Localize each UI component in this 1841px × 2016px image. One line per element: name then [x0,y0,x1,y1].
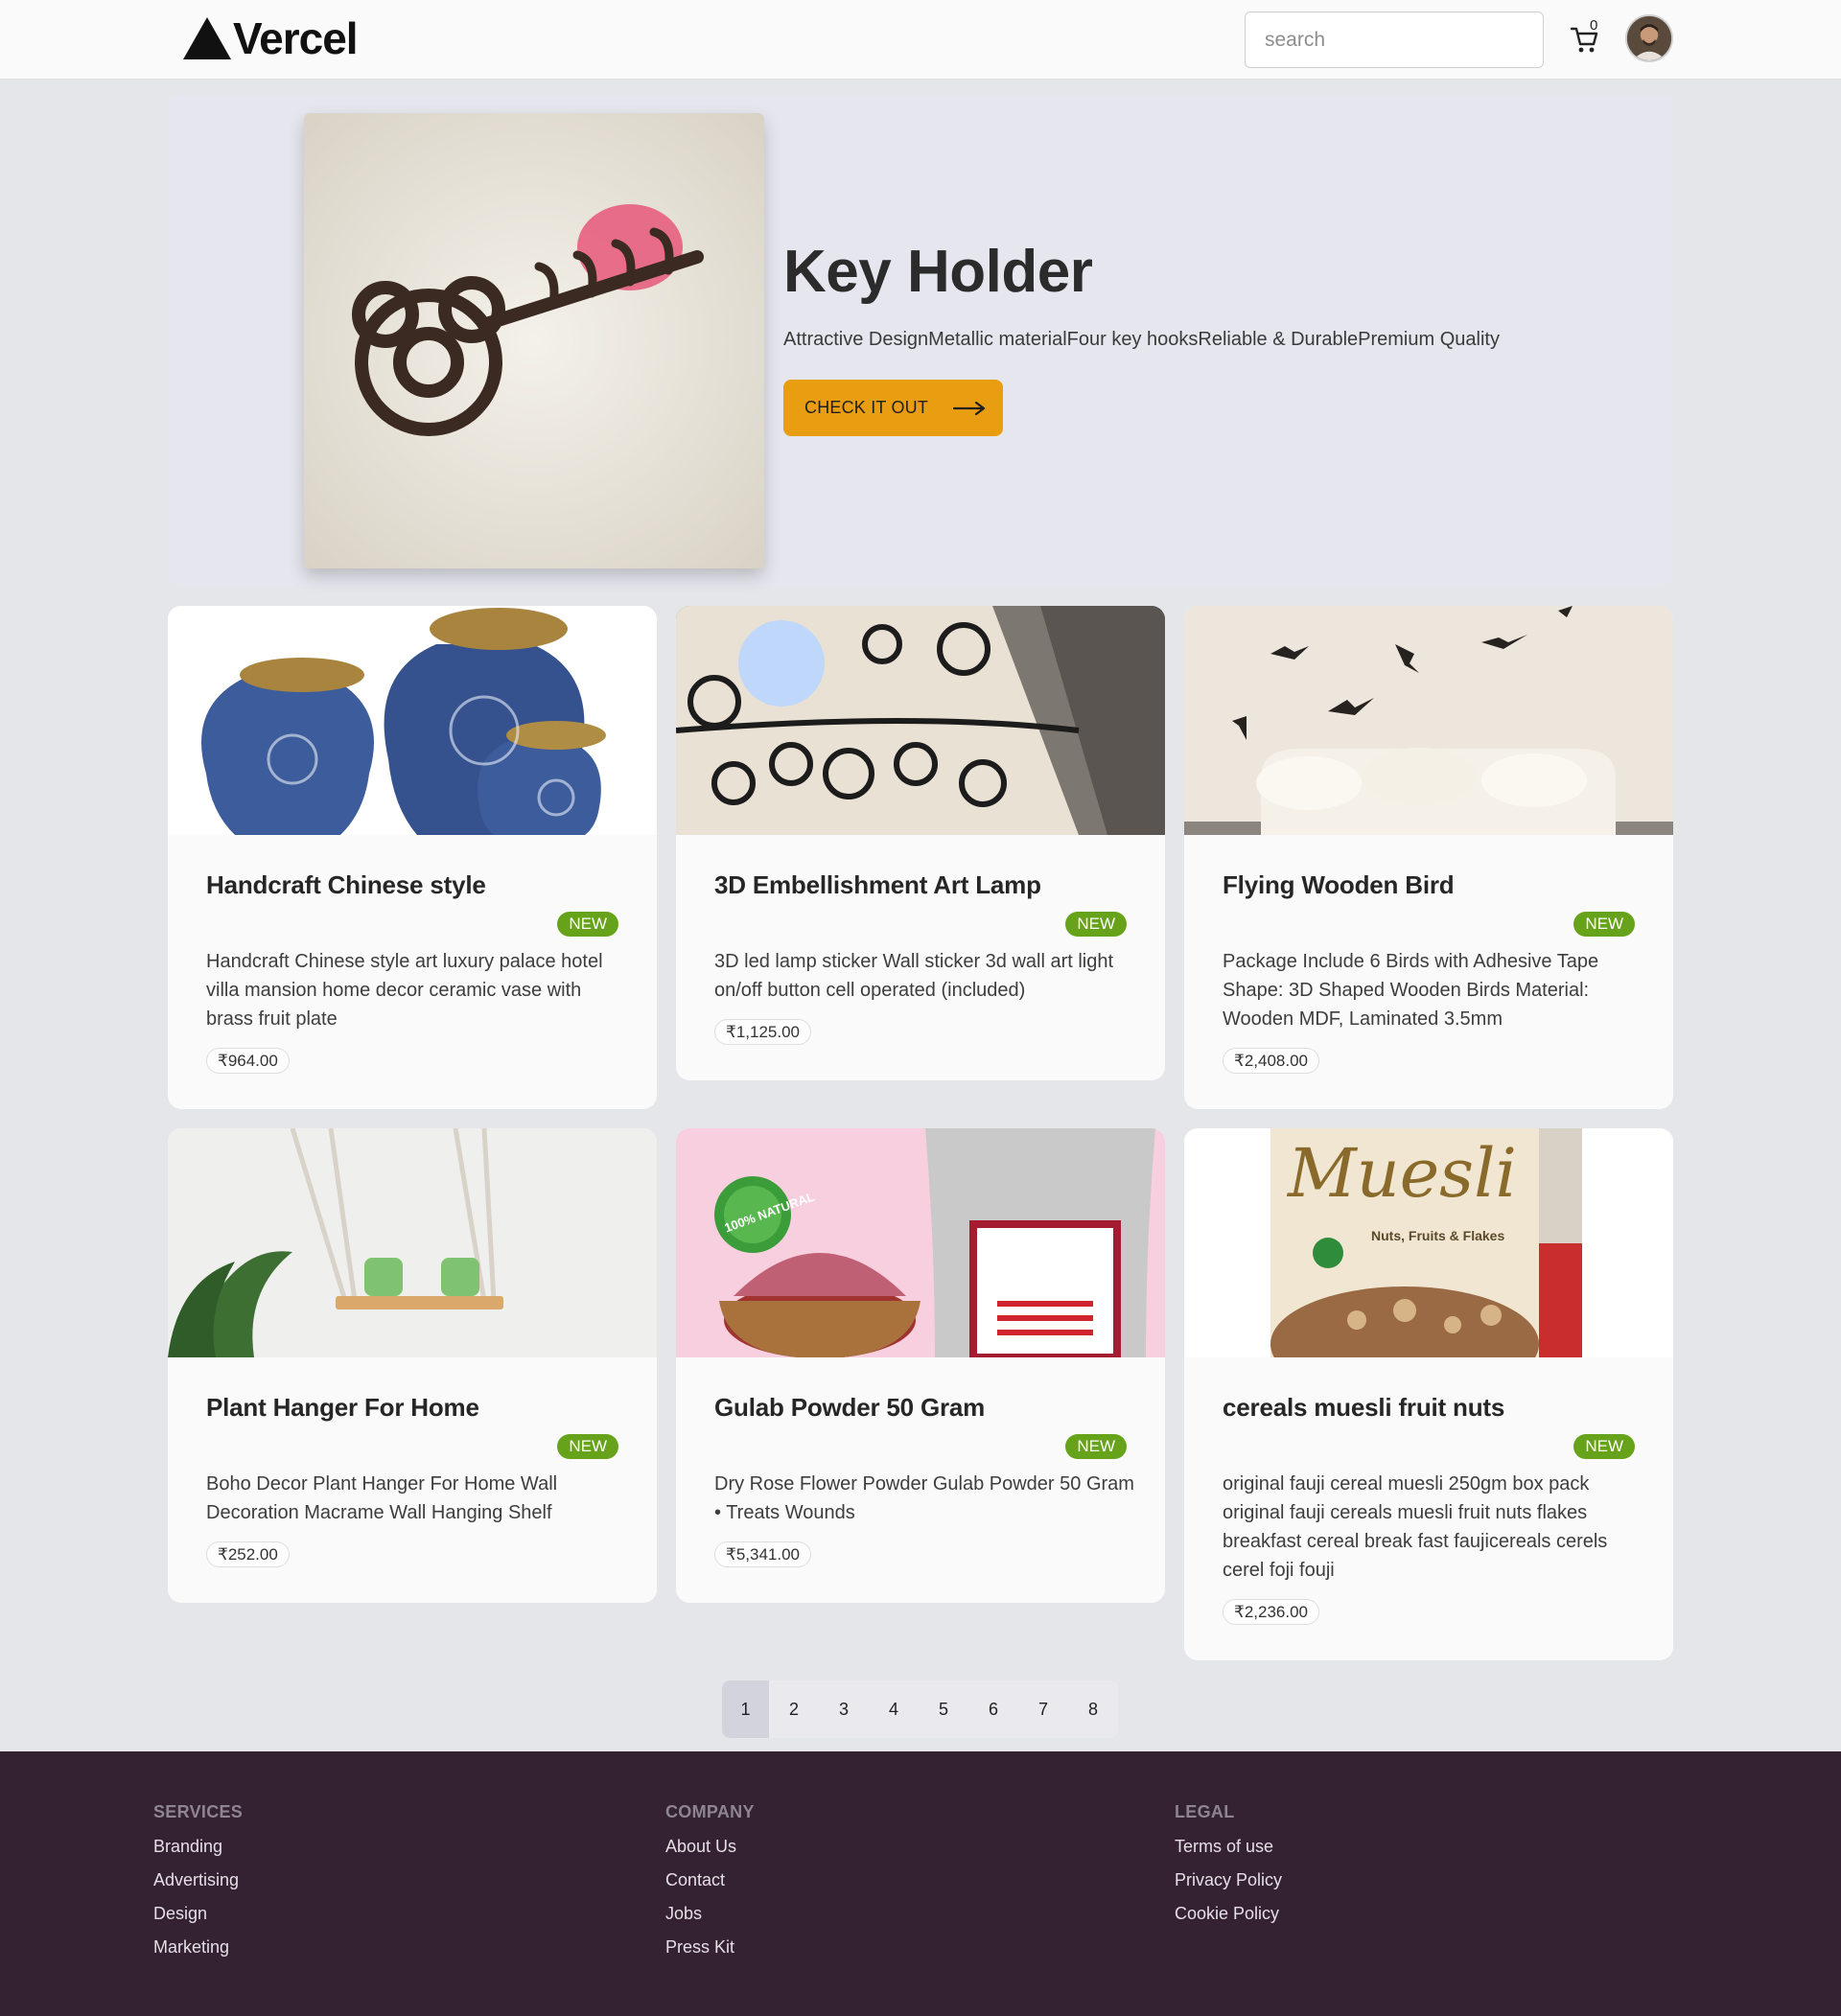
product-image-muesli[interactable]: Muesli Nuts, Fruits & Flakes [1184,1128,1673,1357]
footer-link-about-us[interactable]: About Us [665,1838,755,1856]
product-title[interactable]: Plant Hanger For Home [206,1393,479,1423]
new-badge: NEW [557,912,618,937]
footer-link-contact[interactable]: Contact [665,1871,755,1889]
product-card[interactable]: Flying Wooden Bird NEW Package Include 6… [1184,606,1673,1109]
top-navbar: Vercel 0 [0,0,1841,80]
footer-heading: LEGAL [1175,1802,1235,1821]
art-lamp-image [676,606,1165,835]
hero-title: Key Holder [783,239,1093,305]
hero-description: Attractive DesignMetallic materialFour k… [783,329,1500,350]
product-description: Dry Rose Flower Powder Gulab Powder 50 G… [714,1473,1134,1523]
page-button-2[interactable]: 2 [769,1680,819,1738]
product-image-gulab-powder[interactable]: 100% NATURAL [676,1128,1165,1357]
footer-heading: SERVICES [153,1802,244,1821]
product-description: original fauji cereal muesli 250gm box p… [1223,1473,1608,1581]
footer-link-branding[interactable]: Branding [153,1838,243,1856]
pagination: 1 2 3 4 5 6 7 8 [722,1680,1118,1738]
new-badge: NEW [557,1434,618,1459]
footer-link-advertising[interactable]: Advertising [153,1871,243,1889]
footer-heading: COMPANY [665,1802,755,1821]
brand-name: Vercel [233,13,359,63]
product-title[interactable]: Gulab Powder 50 Gram [714,1393,985,1423]
product-card[interactable]: 3D Embellishment Art Lamp NEW 3D led lam… [676,606,1165,1080]
price-tag: ₹964.00 [206,1048,290,1074]
page-button-1[interactable]: 1 [722,1680,769,1738]
product-description: Package Include 6 Birds with Adhesive Ta… [1223,951,1599,1030]
footer-legal-column: LEGAL Terms of use Privacy Policy Cookie… [1175,1802,1282,1923]
cart-count-badge: 0 [1590,17,1598,34]
product-title[interactable]: cereals muesli fruit nuts [1223,1393,1504,1423]
page-button-6[interactable]: 6 [968,1680,1018,1738]
triangle-logo-icon [183,17,231,59]
product-card[interactable]: Handcraft Chinese style NEW Handcraft Ch… [168,606,657,1109]
price-tag: ₹2,408.00 [1223,1048,1319,1074]
price-tag: ₹2,236.00 [1223,1599,1319,1625]
page-button-5[interactable]: 5 [919,1680,968,1738]
footer-link-privacy[interactable]: Privacy Policy [1175,1871,1282,1889]
page-button-7[interactable]: 7 [1018,1680,1068,1738]
brand-logo[interactable]: Vercel [183,13,359,63]
new-badge: NEW [1573,1434,1635,1459]
wooden-birds-image [1184,606,1673,835]
new-badge: NEW [1065,1434,1127,1459]
muesli-tagline-text: Nuts, Fruits & Flakes [1371,1228,1505,1243]
product-image-plant-hanger[interactable] [168,1128,657,1357]
product-card[interactable]: 100% NATURAL Gulab Powder 50 Gram NEW Dr… [676,1128,1165,1603]
price-tag: ₹1,125.00 [714,1019,811,1045]
footer-services-column: SERVICES Branding Advertising Design Mar… [153,1802,243,1957]
product-title[interactable]: Flying Wooden Bird [1223,870,1455,900]
product-title[interactable]: 3D Embellishment Art Lamp [714,870,1041,900]
vases-image [168,606,657,835]
footer-link-terms[interactable]: Terms of use [1175,1838,1282,1856]
muesli-brand-text: Muesli [1288,1134,1517,1213]
user-avatar[interactable] [1625,14,1673,62]
plant-hanger-image [168,1128,657,1357]
product-description: Handcraft Chinese style art luxury palac… [206,951,603,1030]
hero-product-image[interactable] [304,113,764,568]
footer-link-jobs[interactable]: Jobs [665,1905,755,1923]
product-card[interactable]: Muesli Nuts, Fruits & Flakes cereals mue… [1184,1128,1673,1660]
product-description: 3D led lamp sticker Wall sticker 3d wall… [714,951,1114,1001]
page-button-4[interactable]: 4 [869,1680,919,1738]
gulab-powder-image [676,1128,1165,1357]
footer-link-design[interactable]: Design [153,1905,243,1923]
arrow-right-icon [953,401,986,415]
price-tag: ₹5,341.00 [714,1541,811,1567]
price-tag: ₹252.00 [206,1541,290,1567]
footer-company-column: COMPANY About Us Contact Jobs Press Kit [665,1802,755,1957]
site-footer: SERVICES Branding Advertising Design Mar… [0,1751,1841,2016]
product-title[interactable]: Handcraft Chinese style [206,870,486,900]
check-it-out-label: CHECK IT OUT [804,398,929,417]
footer-link-press-kit[interactable]: Press Kit [665,1938,755,1957]
key-holder-image [304,113,764,568]
footer-link-marketing[interactable]: Marketing [153,1938,243,1957]
new-badge: NEW [1573,912,1635,937]
product-image-vases[interactable] [168,606,657,835]
footer-link-cookie[interactable]: Cookie Policy [1175,1905,1282,1923]
page-button-3[interactable]: 3 [819,1680,869,1738]
product-image-lamp[interactable] [676,606,1165,835]
product-description: Boho Decor Plant Hanger For Home Wall De… [206,1473,558,1523]
product-image-birds[interactable] [1184,606,1673,835]
user-photo [1627,16,1671,60]
search-input[interactable] [1245,12,1544,68]
new-badge: NEW [1065,912,1127,937]
check-it-out-button[interactable]: CHECK IT OUT [783,380,1003,436]
product-card[interactable]: Plant Hanger For Home NEW Boho Decor Pla… [168,1128,657,1603]
page-button-8[interactable]: 8 [1068,1680,1118,1738]
